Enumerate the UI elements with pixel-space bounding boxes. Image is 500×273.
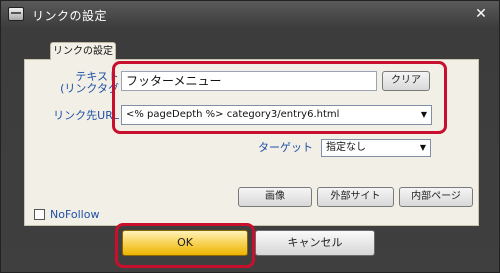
target-label: ターゲット — [258, 141, 313, 154]
target-value: 指定なし — [326, 142, 366, 153]
fields-highlight — [112, 61, 447, 134]
image-button[interactable]: 画像 — [238, 187, 312, 207]
target-select[interactable]: 指定なし ▼ — [321, 139, 431, 157]
title-bar[interactable]: リンクの設定 ✕ — [1, 1, 499, 29]
text-label: テキスト (リンクタグ — [60, 71, 119, 95]
link-settings-dialog: リンクの設定 ✕ リンクの設定 テキスト (リンクタグ フッターメニュー クリア… — [0, 0, 500, 273]
window-title: リンクの設定 — [32, 9, 108, 23]
app-icon — [8, 7, 24, 21]
close-icon[interactable]: ✕ — [471, 5, 491, 23]
ok-button[interactable]: OK — [122, 230, 248, 256]
url-label: リンク先URL — [53, 109, 119, 122]
nofollow-checkbox[interactable] — [34, 209, 45, 220]
cancel-button[interactable]: キャンセル — [255, 230, 375, 256]
internal-page-button[interactable]: 内部ページ — [399, 187, 473, 207]
chevron-down-icon[interactable]: ▼ — [420, 140, 426, 156]
external-site-button[interactable]: 外部サイト — [317, 187, 394, 207]
nofollow-label: NoFollow — [50, 208, 100, 221]
tab-link-settings[interactable]: リンクの設定 — [50, 42, 116, 60]
